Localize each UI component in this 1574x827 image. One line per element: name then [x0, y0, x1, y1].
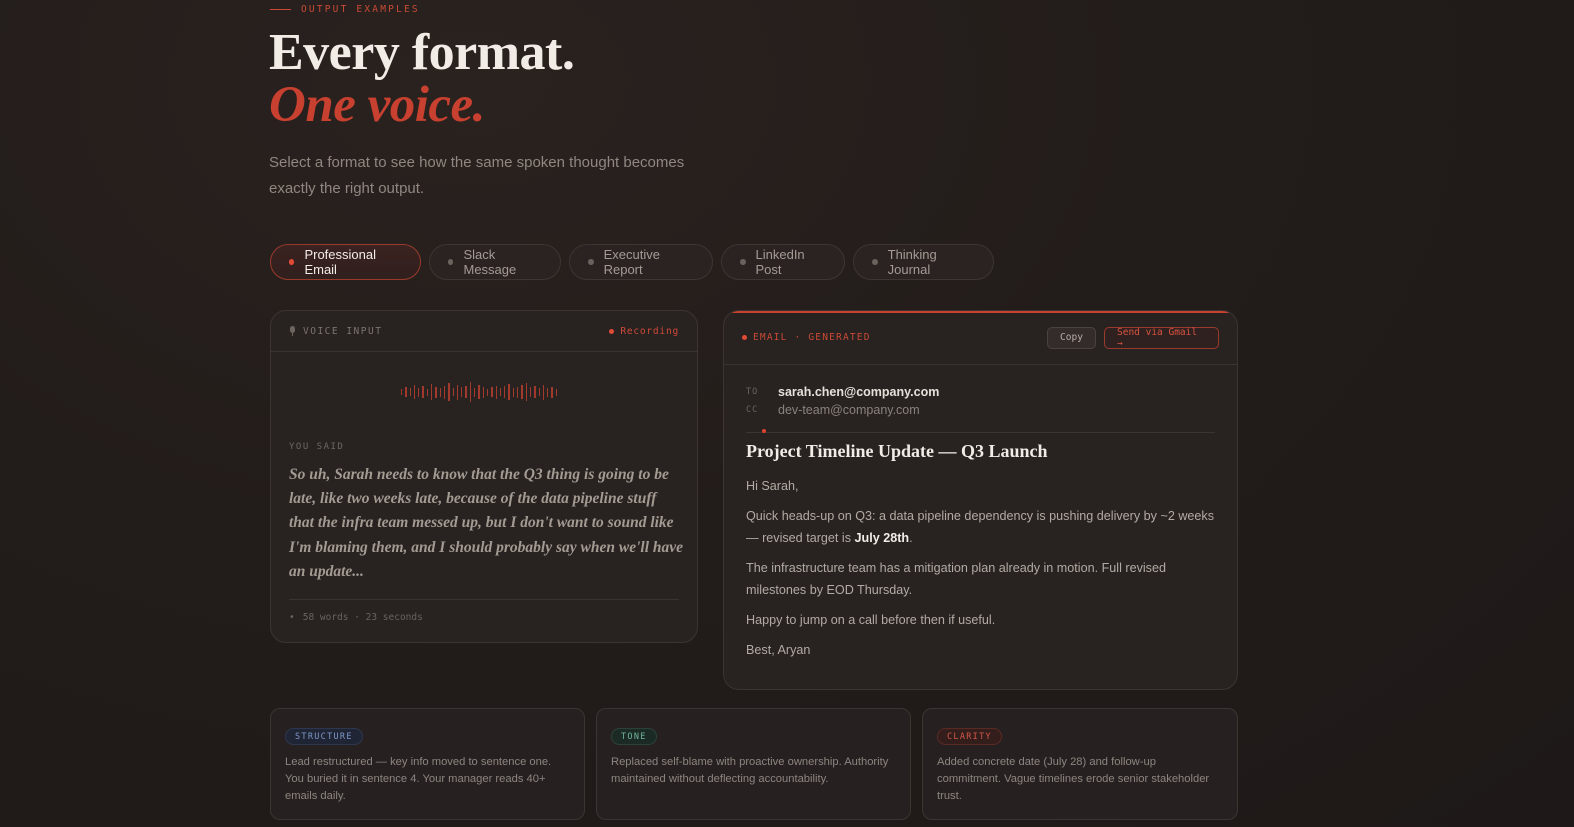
- voice-transcript: So uh, Sarah needs to know that the Q3 t…: [289, 466, 684, 580]
- tab-executive-report[interactable]: Executive Report: [569, 244, 713, 280]
- email-paragraph-3: Happy to jump on a call before then if u…: [746, 613, 996, 627]
- page-subtitle: Select a format to see how the same spok…: [269, 154, 685, 197]
- tab-label: Slack Message: [463, 247, 517, 277]
- note-card-clarity: CLARITY Added concrete date (July 28) an…: [922, 708, 1238, 820]
- email-generated-label: EMAIL · GENERATED: [742, 332, 871, 343]
- note-text: Added concrete date (July 28) and follow…: [937, 756, 1210, 802]
- page-title: Every format.: [269, 24, 575, 81]
- voice-meta-text: 58 words · 23 seconds: [302, 612, 423, 623]
- email-p1-end: .: [909, 531, 913, 545]
- email-actions: Copy Send via Gmail →: [1047, 326, 1219, 349]
- to-address: sarah.chen@company.com: [778, 385, 940, 399]
- recording-status-text: Recording: [620, 325, 679, 337]
- voice-meta: • 58 words · 23 seconds: [289, 612, 423, 623]
- email-body: Hi Sarah, Quick heads-up on Q3: a data p…: [746, 475, 1221, 669]
- waveform-icon: [401, 381, 566, 403]
- eyebrow: OUTPUT EXAMPLES: [270, 4, 420, 15]
- tab-thinking-journal[interactable]: Thinking Journal: [853, 244, 994, 280]
- email-greeting: Hi Sarah,: [746, 479, 799, 493]
- recording-dot-icon: [609, 328, 615, 334]
- eyebrow-text: OUTPUT EXAMPLES: [301, 4, 420, 15]
- structure-badge: STRUCTURE: [285, 728, 363, 745]
- voice-divider: [289, 599, 679, 600]
- cc-address: dev-team@company.com: [778, 403, 920, 417]
- tab-dot-icon: [740, 259, 746, 265]
- to-row: TO sarah.chen@company.com: [746, 385, 939, 399]
- voice-input-label-text: VOICE INPUT: [303, 325, 383, 337]
- tab-dot-icon: [872, 259, 878, 265]
- tab-label: Professional Email: [304, 247, 376, 277]
- clarity-badge: CLARITY: [937, 728, 1002, 745]
- bullet-icon: •: [289, 612, 295, 623]
- tab-slack-message[interactable]: Slack Message: [429, 244, 561, 280]
- tab-dot-icon: [588, 259, 594, 265]
- tab-label: Executive Report: [603, 247, 660, 277]
- recording-status: Recording: [609, 326, 679, 337]
- status-dot-icon: [742, 335, 747, 340]
- email-output-card: EMAIL · GENERATED Copy Send via Gmail → …: [723, 310, 1238, 690]
- you-said-label: YOU SAID: [289, 442, 345, 452]
- tab-dot-icon: [289, 259, 295, 265]
- cc-row: CC dev-team@company.com: [746, 403, 920, 417]
- email-card-header: EMAIL · GENERATED Copy Send via Gmail →: [724, 311, 1237, 365]
- email-paragraph-2: The infrastructure team has a mitigation…: [746, 561, 1166, 597]
- tab-professional-email[interactable]: Professional Email: [270, 244, 421, 280]
- note-text: Lead restructured — key info moved to se…: [285, 756, 552, 802]
- note-text: Replaced self-blame with proactive owner…: [611, 756, 889, 785]
- voice-card-header: VOICE INPUT Recording: [271, 311, 697, 352]
- tab-linkedin-post[interactable]: LinkedIn Post: [721, 244, 845, 280]
- email-target-date: July 28th: [854, 531, 910, 545]
- eyebrow-line: [270, 9, 291, 10]
- email-accent-bar: [724, 311, 1237, 313]
- cc-label: CC: [746, 405, 759, 415]
- tone-badge: TONE: [611, 728, 657, 745]
- email-subject: Project Timeline Update — Q3 Launch: [746, 441, 1048, 461]
- microphone-icon: [289, 326, 296, 336]
- page-title-accent: One voice.: [269, 77, 485, 133]
- tab-label: LinkedIn Post: [755, 247, 805, 277]
- email-p1-text: Quick heads-up on Q3: a data pipeline de…: [746, 509, 1215, 545]
- tab-label: Thinking Journal: [887, 247, 937, 277]
- send-via-gmail-button[interactable]: Send via Gmail →: [1104, 326, 1219, 349]
- tab-dot-icon: [448, 259, 454, 265]
- voice-input-label: VOICE INPUT: [289, 326, 382, 337]
- format-tabs: Professional Email Slack Message Executi…: [270, 244, 994, 280]
- email-generated-label-text: EMAIL · GENERATED: [753, 332, 871, 343]
- email-paragraph-1: Quick heads-up on Q3: a data pipeline de…: [746, 505, 1221, 549]
- copy-button[interactable]: Copy: [1047, 326, 1096, 349]
- note-card-structure: STRUCTURE Lead restructured — key info m…: [270, 708, 585, 820]
- email-signoff: Best, Aryan: [746, 643, 811, 657]
- to-label: TO: [746, 387, 759, 397]
- note-card-tone: TONE Replaced self-blame with proactive …: [596, 708, 911, 820]
- email-header-divider: [746, 432, 1215, 433]
- divider-marker-icon: [762, 429, 766, 433]
- voice-input-card: VOICE INPUT Recording YOU SAID So uh, Sa…: [270, 310, 698, 643]
